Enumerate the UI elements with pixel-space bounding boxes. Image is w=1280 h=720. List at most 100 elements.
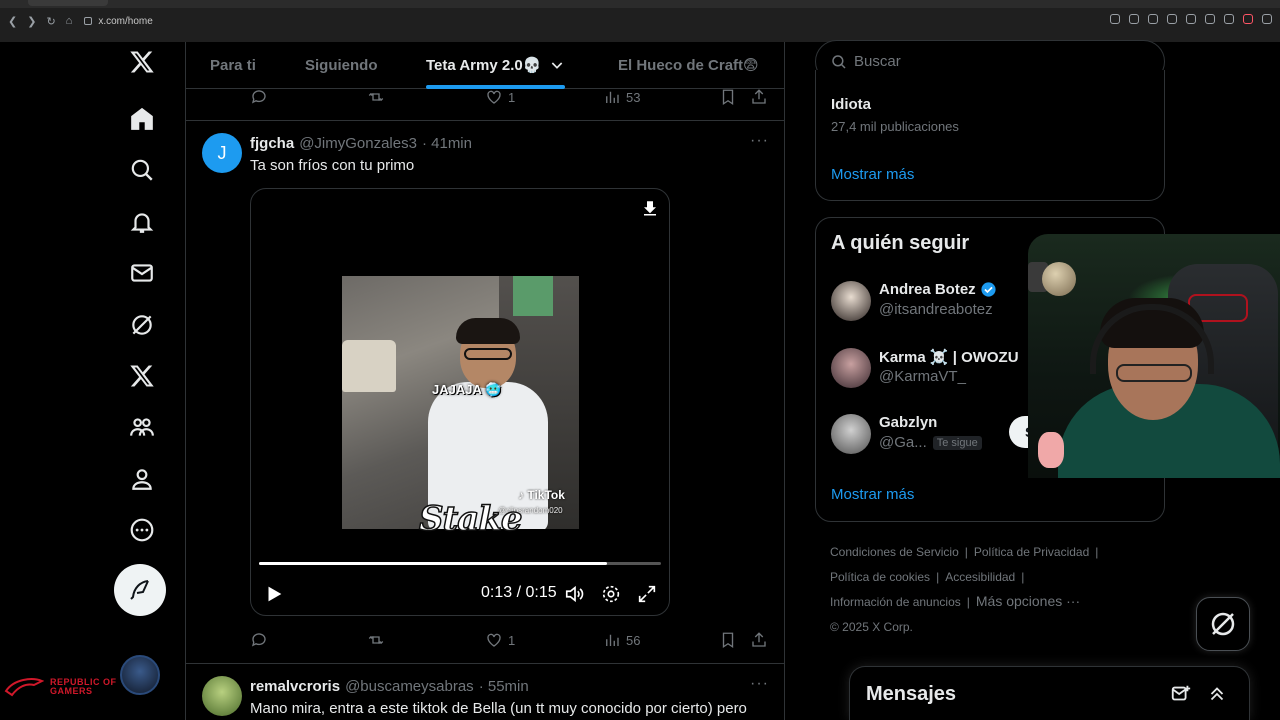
- views-button[interactable]: 56: [603, 631, 640, 649]
- post-author-name[interactable]: fjgcha: [250, 135, 294, 152]
- double-chevron-up-icon[interactable]: [1206, 683, 1228, 705]
- forward-icon[interactable]: ❯: [27, 15, 36, 28]
- communities-icon[interactable]: [122, 407, 162, 447]
- like-count: 1: [508, 632, 516, 648]
- like-button[interactable]: 1: [485, 631, 515, 649]
- footer-more-options[interactable]: Más opciones ···: [976, 593, 1080, 609]
- avatar[interactable]: [831, 414, 871, 454]
- compose-post-button[interactable]: [114, 564, 166, 616]
- x-logo-icon[interactable]: [122, 42, 162, 82]
- tab-para-ti[interactable]: Para ti: [210, 42, 256, 89]
- zoom-icon[interactable]: [1110, 14, 1120, 24]
- who-to-follow-show-more-link[interactable]: Mostrar más: [831, 486, 914, 503]
- settings-gear-icon[interactable]: [600, 583, 622, 605]
- notifications-bell-icon[interactable]: [122, 202, 162, 242]
- bookmark-button[interactable]: [719, 88, 737, 106]
- suggestion-handle: @Ga... Te sigue: [879, 434, 982, 451]
- post-more-icon[interactable]: ···: [750, 132, 769, 150]
- trends-show-more-link[interactable]: Mostrar más: [831, 166, 914, 183]
- pin-icon[interactable]: [1129, 14, 1139, 24]
- premium-x-icon[interactable]: [122, 356, 162, 396]
- notification-icon[interactable]: [1243, 14, 1253, 24]
- shield-icon[interactable]: [1167, 14, 1177, 24]
- address-bar[interactable]: x.com/home: [84, 16, 153, 27]
- video-frame: JAJAJA 🥶 ♪ TikTok @clipsrandom020: [342, 276, 579, 529]
- post-author-handle[interactable]: @buscameysabras: [345, 678, 474, 695]
- bookmark-icon[interactable]: [1148, 14, 1158, 24]
- trends-card: Idiota 27,4 mil publicaciones Mostrar má…: [815, 70, 1165, 201]
- suggestion-handle: @itsandreabotez: [879, 301, 993, 318]
- avatar[interactable]: [831, 348, 871, 388]
- play-icon[interactable]: [263, 583, 285, 605]
- bookmark-icon: [722, 632, 734, 649]
- post-more-icon[interactable]: ···: [750, 675, 769, 693]
- search-icon: [832, 54, 846, 69]
- post-avatar[interactable]: [202, 676, 242, 716]
- share-button[interactable]: [750, 631, 768, 649]
- trend-title[interactable]: Idiota: [831, 96, 871, 113]
- heart-icon: [487, 90, 501, 104]
- video-glasses: [464, 348, 512, 360]
- new-message-icon[interactable]: [1170, 683, 1192, 705]
- reply-button[interactable]: [250, 88, 268, 106]
- reload-icon[interactable]: ↻: [46, 15, 55, 28]
- volume-icon[interactable]: [564, 583, 586, 605]
- messages-mail-icon[interactable]: [122, 253, 162, 293]
- extension-icon[interactable]: [1224, 14, 1234, 24]
- footer-link-ads-info[interactable]: Información de anuncios: [830, 595, 961, 609]
- heart-icon[interactable]: [1205, 14, 1215, 24]
- back-icon[interactable]: ❮: [8, 15, 17, 28]
- explore-icon[interactable]: [122, 150, 162, 190]
- reply-button[interactable]: [250, 631, 268, 649]
- video-progress-fill: [259, 562, 608, 565]
- footer-link-accessibility[interactable]: Accesibilidad: [945, 570, 1015, 584]
- home-icon[interactable]: [122, 99, 162, 139]
- post-author-name[interactable]: remalvcroris: [250, 678, 340, 695]
- post-author-handle[interactable]: @JimyGonzales3: [299, 135, 417, 152]
- share-button[interactable]: [750, 88, 768, 106]
- browser-tab[interactable]: [28, 0, 108, 6]
- footer-link-terms[interactable]: Condiciones de Servicio: [830, 545, 959, 559]
- download-icon[interactable]: [641, 199, 659, 217]
- grok-floating-button[interactable]: [1196, 597, 1250, 651]
- divider: [186, 663, 784, 664]
- chevron-down-icon[interactable]: [549, 57, 565, 73]
- more-circle-icon[interactable]: [122, 510, 162, 550]
- footer-links: Condiciones de Servicio | Política de Priv…: [830, 540, 1160, 639]
- share-icon: [752, 632, 766, 647]
- tab-siguiendo[interactable]: Siguiendo: [305, 42, 378, 89]
- video-progress-bar[interactable]: [259, 562, 661, 565]
- repost-button[interactable]: [367, 88, 385, 106]
- fullscreen-icon[interactable]: [636, 583, 658, 605]
- post-time[interactable]: · 41min: [422, 135, 472, 152]
- profile-icon[interactable]: [122, 459, 162, 499]
- video-car: [342, 340, 396, 392]
- suggestion-name[interactable]: Andrea Botez: [879, 281, 997, 298]
- post-avatar[interactable]: J: [202, 133, 242, 173]
- tab-teta-army[interactable]: Teta Army 2.0💀: [426, 42, 566, 89]
- suggestion-name[interactable]: Karma ☠️ | OWOZU: [879, 348, 1019, 366]
- footer-link-privacy[interactable]: Política de Privacidad: [974, 545, 1089, 559]
- suggestion-name-text: Gabzlyn: [879, 414, 938, 431]
- menu-icon[interactable]: [1262, 14, 1272, 24]
- post-header: fjgcha @JimyGonzales3 · 41min: [250, 135, 472, 152]
- messages-title: Mensajes: [866, 683, 957, 705]
- repost-icon: [368, 636, 384, 644]
- tab-label: Siguiendo: [305, 56, 378, 74]
- like-button[interactable]: 1: [485, 88, 515, 106]
- home-icon[interactable]: ⌂: [66, 15, 73, 27]
- repost-button[interactable]: [367, 631, 385, 649]
- video-player[interactable]: JAJAJA 🥶 ♪ TikTok @clipsrandom020 Stake …: [250, 188, 670, 616]
- tab-hueco-de-craft[interactable]: El Hueco de Craft😨: [618, 42, 759, 89]
- post-time[interactable]: · 55min: [479, 678, 529, 695]
- footer-link-cookies[interactable]: Política de cookies: [830, 570, 930, 584]
- views-button[interactable]: 53: [603, 88, 640, 106]
- like-count: 1: [508, 89, 516, 105]
- grok-icon[interactable]: [122, 305, 162, 345]
- play-icon[interactable]: [1186, 14, 1196, 24]
- messages-drawer[interactable]: Mensajes: [849, 666, 1250, 720]
- suggestion-handle: @KarmaVT_: [879, 368, 966, 385]
- suggestion-name[interactable]: Gabzlyn: [879, 414, 937, 431]
- bookmark-button[interactable]: [719, 631, 737, 649]
- avatar[interactable]: [831, 281, 871, 321]
